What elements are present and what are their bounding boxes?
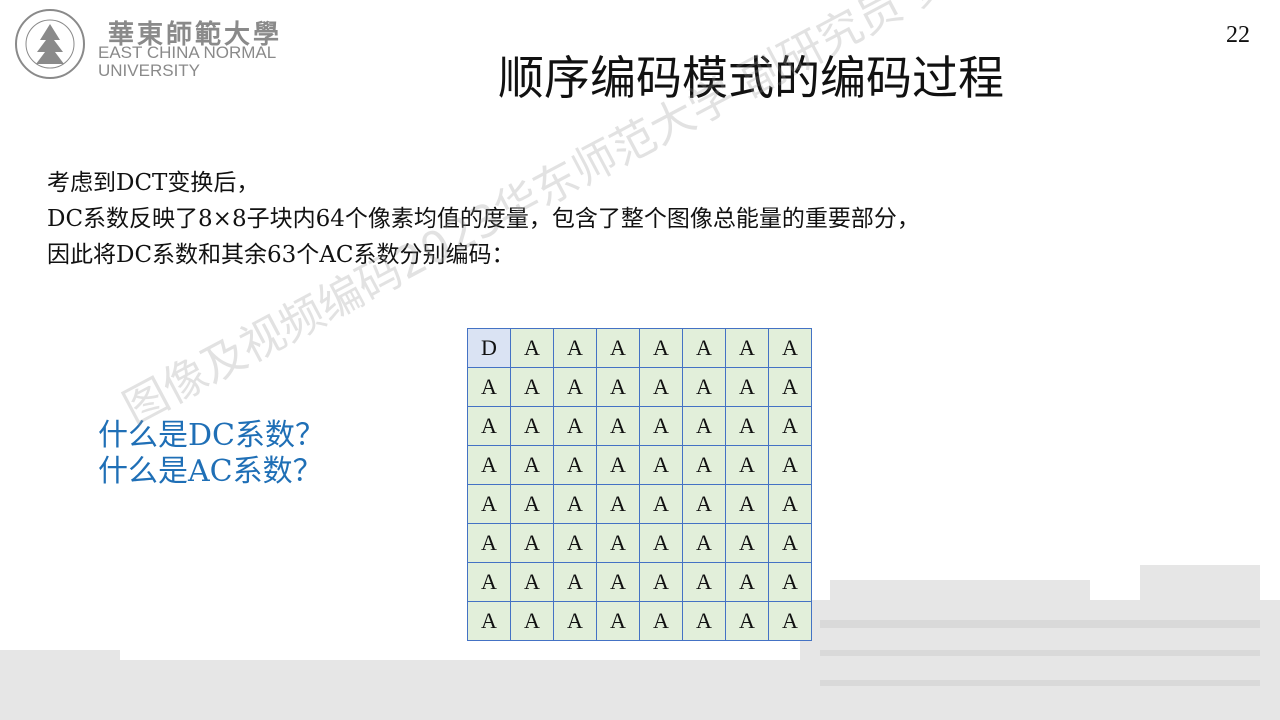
ac-cell: A [596,523,640,563]
ac-cell: A [596,562,640,602]
ac-cell: A [768,367,812,407]
logo-english-line2: UNIVERSITY [98,61,201,80]
ac-cell: A [639,367,683,407]
university-logo: 華東師範大學 EAST CHINA NORMAL UNIVERSITY [12,6,302,80]
grid-row: AAAAAAAA [467,484,812,524]
ac-cell: A [510,523,554,563]
ac-cell: A [639,445,683,485]
ac-cell: A [682,367,726,407]
ac-cell: A [768,523,812,563]
ac-cell: A [682,445,726,485]
grid-row: DAAAAAAA [467,328,812,368]
ac-cell: A [510,562,554,602]
grid-row: AAAAAAAA [467,406,812,446]
grid-row: AAAAAAAA [467,562,812,602]
ac-cell: A [467,601,511,641]
ac-cell: A [682,328,726,368]
ac-cell: A [467,367,511,407]
body-line-2: DC系数反映了8×8子块内64个像素均值的度量，包含了整个图像总能量的重要部分， [47,206,920,232]
ac-cell: A [768,406,812,446]
page-number: 22 [1226,22,1250,48]
body-line-1: 考虑到DCT变换后， [47,170,260,196]
grid-row: AAAAAAAA [467,523,812,563]
slide-title: 顺序编码模式的编码过程 [498,51,1004,105]
ac-cell: A [467,523,511,563]
ac-cell: A [768,601,812,641]
ac-cell: A [639,562,683,602]
ac-cell: A [682,484,726,524]
university-seal-icon [15,9,85,79]
ac-cell: A [596,484,640,524]
ac-cell: A [467,484,511,524]
ac-cell: A [682,601,726,641]
ac-cell: A [467,562,511,602]
ac-cell: A [596,601,640,641]
ac-cell: A [553,328,597,368]
ac-cell: A [725,601,769,641]
ac-cell: A [682,562,726,602]
ac-cell: A [639,406,683,446]
ac-cell: A [510,601,554,641]
ac-cell: A [553,601,597,641]
coefficient-grid: DAAAAAAAAAAAAAAAAAAAAAAAAAAAAAAAAAAAAAAA… [467,328,812,641]
ac-cell: A [553,406,597,446]
ac-cell: A [725,328,769,368]
ac-cell: A [553,523,597,563]
ac-cell: A [510,328,554,368]
ac-cell: A [639,484,683,524]
ac-cell: A [768,445,812,485]
body-line-3: 因此将DC系数和其余63个AC系数分别编码： [47,242,515,268]
body-text: 考虑到DCT变换后， DC系数反映了8×8子块内64个像素均值的度量，包含了整个… [47,165,920,273]
ac-cell: A [639,601,683,641]
dc-cell: D [467,328,511,368]
grid-row: AAAAAAAA [467,445,812,485]
ac-cell: A [467,406,511,446]
ac-cell: A [596,445,640,485]
ac-cell: A [768,562,812,602]
ac-cell: A [725,562,769,602]
ac-cell: A [553,367,597,407]
ac-cell: A [596,328,640,368]
ac-cell: A [768,328,812,368]
ac-cell: A [510,406,554,446]
ac-cell: A [596,406,640,446]
ac-cell: A [553,484,597,524]
ac-cell: A [639,328,683,368]
questions: 什么是DC系数？ 什么是AC系数？ [98,418,325,490]
ac-cell: A [553,445,597,485]
ac-cell: A [639,523,683,563]
ac-cell: A [510,484,554,524]
ac-cell: A [682,406,726,446]
ac-cell: A [467,445,511,485]
ac-cell: A [596,367,640,407]
logo-english-line1: EAST CHINA NORMAL [98,43,277,62]
ac-cell: A [725,523,769,563]
ac-cell: A [725,406,769,446]
ac-cell: A [768,484,812,524]
grid-row: AAAAAAAA [467,367,812,407]
ac-cell: A [682,523,726,563]
ac-cell: A [510,445,554,485]
ac-cell: A [725,445,769,485]
ac-cell: A [553,562,597,602]
ac-cell: A [725,367,769,407]
grid-row: AAAAAAAA [467,601,812,641]
ac-cell: A [510,367,554,407]
ac-cell: A [725,484,769,524]
logo-english-name: EAST CHINA NORMAL UNIVERSITY [98,44,276,80]
question-ac: 什么是AC系数？ [98,454,323,489]
question-dc: 什么是DC系数？ [98,418,326,453]
